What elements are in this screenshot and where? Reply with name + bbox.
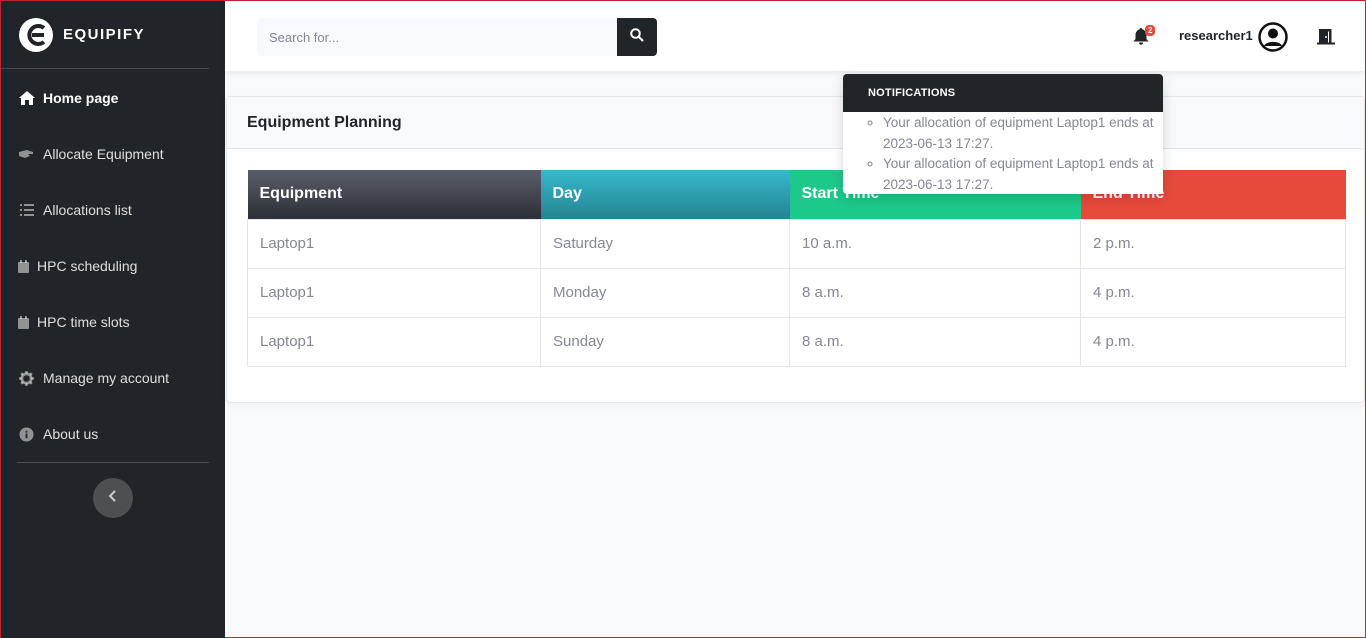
table-row: Laptop1 Saturday 10 a.m. 2 p.m. — [247, 218, 1346, 269]
cell-equipment: Laptop1 — [247, 267, 541, 318]
brand[interactable]: EQUIPIFY — [1, 1, 209, 69]
calendar-icon — [18, 258, 29, 275]
cell-end-time: 4 p.m. — [1080, 316, 1346, 367]
cell-end-time: 2 p.m. — [1080, 218, 1346, 269]
notifications-dropdown: NOTIFICATIONS Your allocation of equipme… — [843, 74, 1163, 194]
topbar: 2 researcher1 — [225, 1, 1365, 71]
sidebar-item-label: HPC time slots — [37, 314, 130, 330]
cell-end-time: 4 p.m. — [1080, 267, 1346, 318]
search-icon — [630, 27, 644, 47]
cell-start-time: 10 a.m. — [789, 218, 1081, 269]
notification-item[interactable]: Your allocation of equipment Laptop1 end… — [883, 113, 1163, 154]
cell-start-time: 8 a.m. — [789, 316, 1081, 367]
sidebar-divider — [17, 462, 209, 463]
table-header-row: Equipment Day Start Time End Time — [247, 170, 1346, 219]
sidebar-item-hpc-time-slots[interactable]: HPC time slots — [1, 294, 225, 350]
sidebar-item-label: HPC scheduling — [37, 258, 138, 274]
notification-count-badge: 2 — [1145, 25, 1156, 36]
sidebar-item-label: Allocations list — [43, 202, 132, 218]
equipment-planning-card: Equipment Planning Equipment Day Start T… — [226, 96, 1365, 403]
table-row: Laptop1 Sunday 8 a.m. 4 p.m. — [247, 316, 1346, 367]
notifications-button[interactable]: 2 — [1133, 25, 1156, 50]
info-icon — [18, 426, 35, 443]
sidebar-item-allocations-list[interactable]: Allocations list — [1, 182, 225, 238]
cell-day: Monday — [540, 267, 790, 318]
sidebar-item-allocate-equipment[interactable]: Allocate Equipment — [1, 126, 225, 182]
sidebar-item-label: Home page — [43, 90, 119, 106]
cell-equipment: Laptop1 — [247, 316, 541, 367]
search-input[interactable] — [257, 18, 617, 56]
equipify-logo-icon — [19, 17, 53, 52]
sidebar-item-manage-account[interactable]: Manage my account — [1, 350, 225, 406]
logout-button[interactable] — [1317, 27, 1335, 50]
home-icon — [18, 90, 35, 107]
sidebar-item-label: Allocate Equipment — [43, 146, 164, 162]
sidebar: EQUIPIFY Home page Allocate Equipment Al… — [1, 1, 225, 638]
username[interactable]: researcher1 — [1179, 28, 1253, 43]
cell-day: Sunday — [540, 316, 790, 367]
sidebar-item-label: About us — [43, 426, 99, 442]
search-bar — [257, 18, 657, 56]
column-header-day[interactable]: Day — [540, 170, 790, 219]
calendar-icon — [18, 314, 29, 331]
brand-name: EQUIPIFY — [63, 26, 146, 43]
notification-item[interactable]: Your allocation of equipment Laptop1 end… — [883, 154, 1163, 194]
avatar[interactable] — [1258, 22, 1288, 57]
cell-equipment: Laptop1 — [247, 218, 541, 269]
hand-icon — [18, 146, 35, 163]
column-header-equipment[interactable]: Equipment — [247, 170, 541, 219]
sidebar-item-hpc-scheduling[interactable]: HPC scheduling — [1, 238, 225, 294]
list-icon — [18, 202, 35, 219]
cell-start-time: 8 a.m. — [789, 267, 1081, 318]
chevron-left-icon — [108, 489, 118, 507]
cell-day: Saturday — [540, 218, 790, 269]
table-row: Laptop1 Monday 8 a.m. 4 p.m. — [247, 267, 1346, 318]
notifications-list: Your allocation of equipment Laptop1 end… — [843, 112, 1163, 194]
user-avatar-icon — [1258, 22, 1288, 56]
door-exit-icon — [1317, 29, 1335, 49]
notifications-title: NOTIFICATIONS — [843, 74, 1163, 112]
gear-icon — [18, 370, 35, 387]
sidebar-item-about-us[interactable]: About us — [1, 406, 225, 462]
sidebar-toggle-button[interactable] — [93, 478, 133, 518]
sidebar-nav: Home page Allocate Equipment Allocations… — [1, 70, 225, 462]
search-button[interactable] — [617, 18, 657, 56]
equipment-planning-table: Equipment Day Start Time End Time Laptop… — [247, 170, 1346, 367]
sidebar-item-home[interactable]: Home page — [1, 70, 225, 126]
sidebar-item-label: Manage my account — [43, 370, 170, 386]
card-title: Equipment Planning — [227, 97, 1364, 149]
